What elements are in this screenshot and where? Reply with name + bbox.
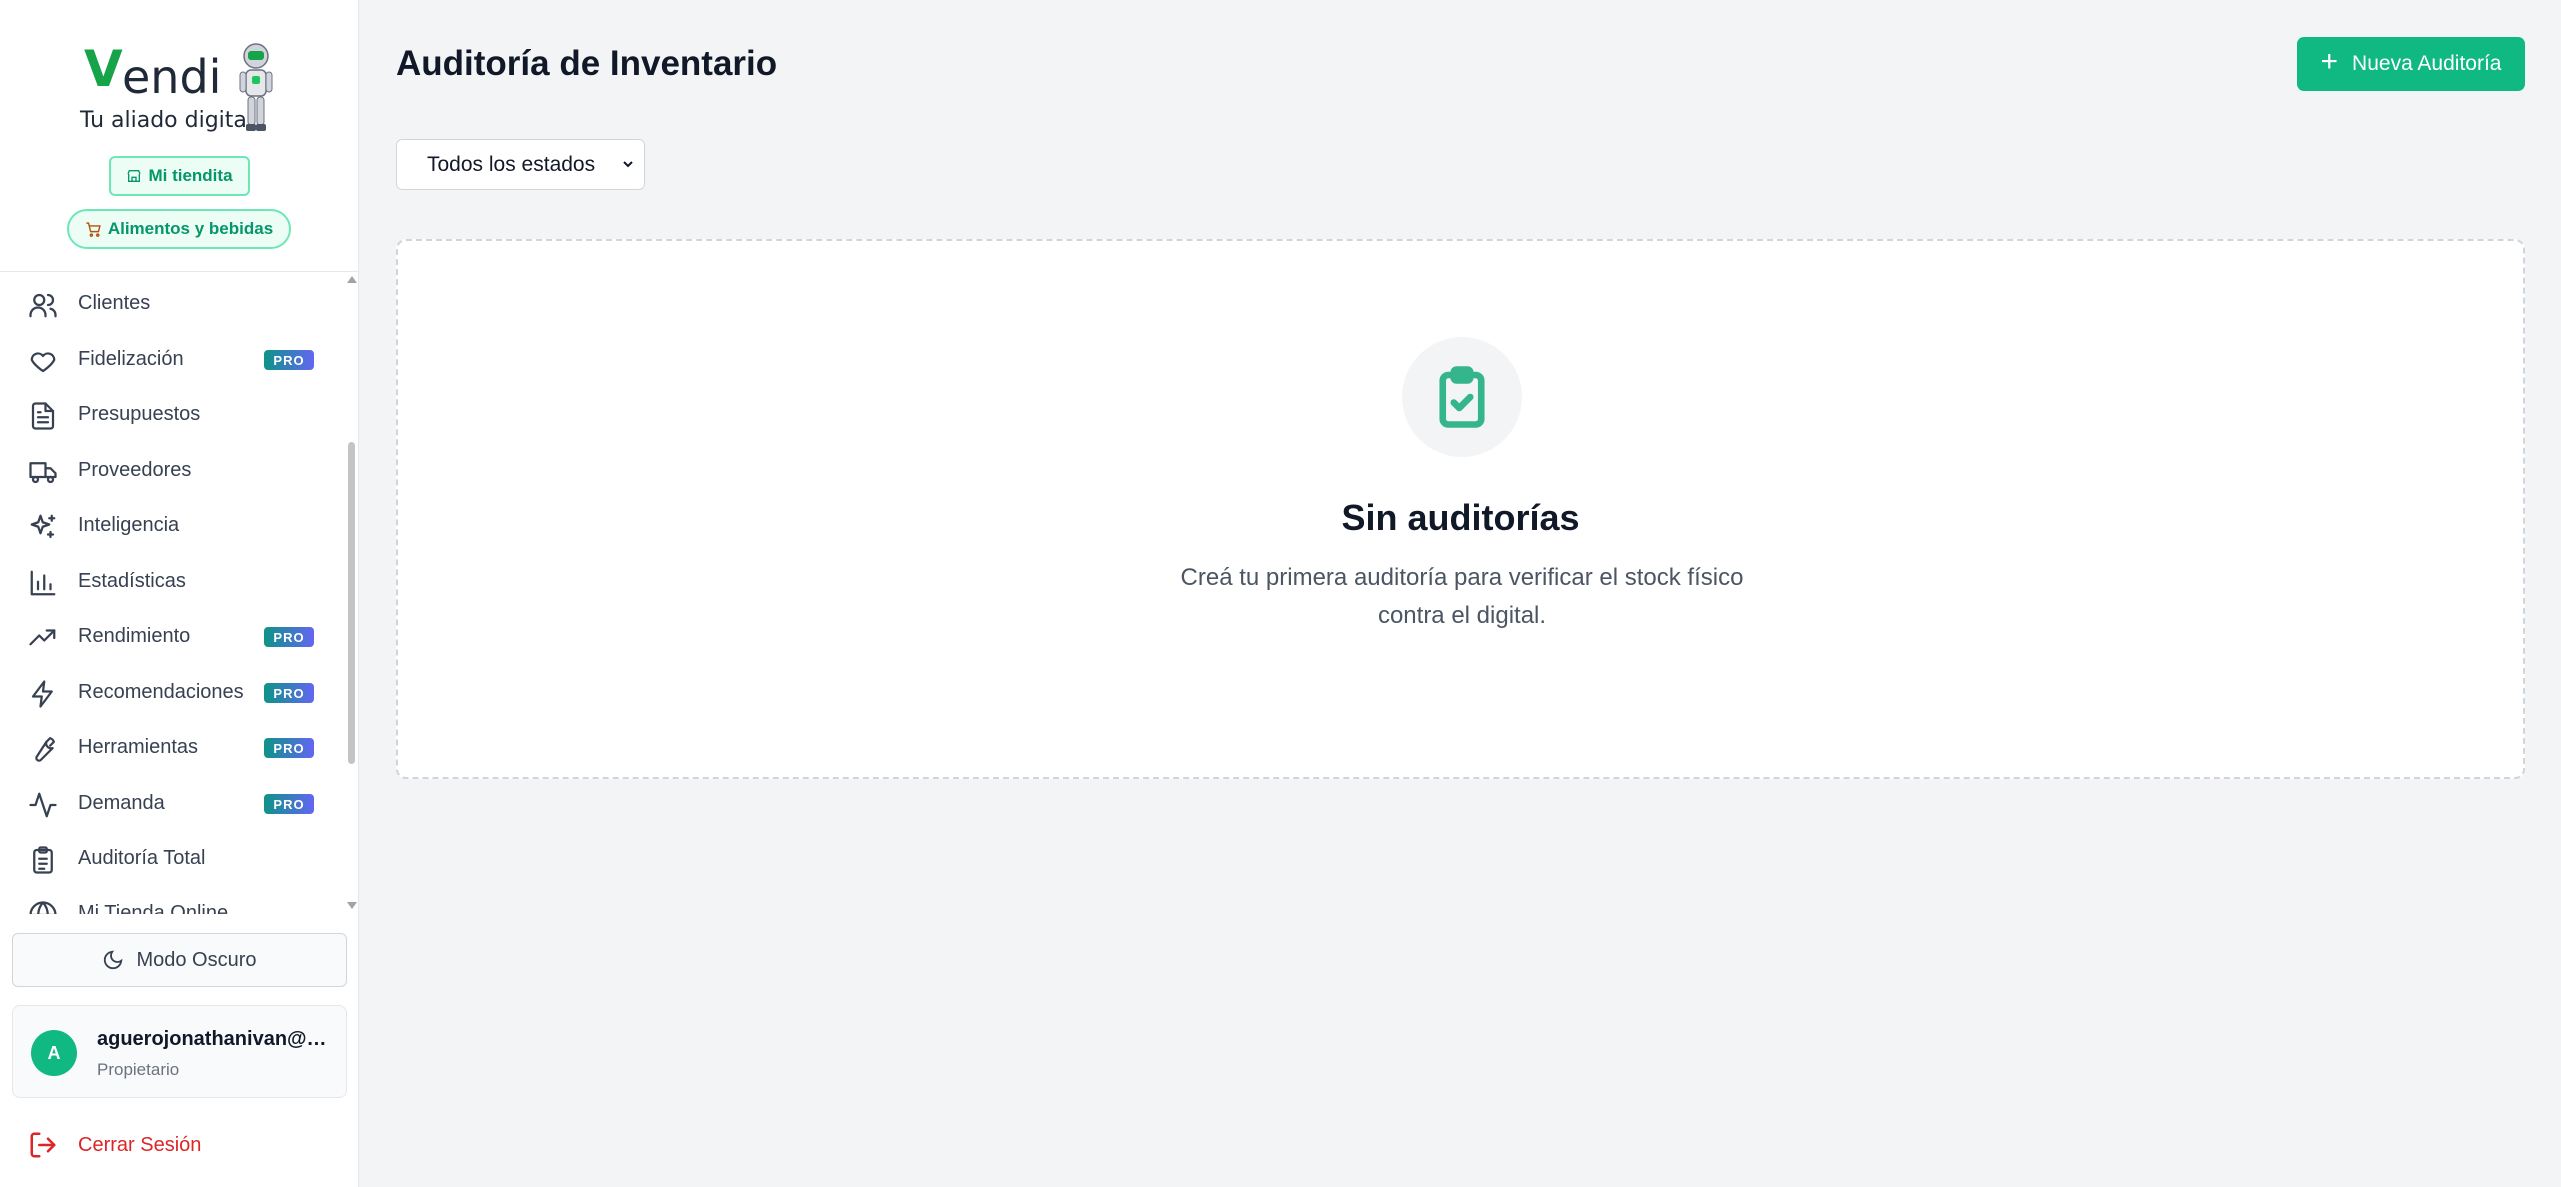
file-text-icon [28,401,58,431]
bar-chart-icon [28,568,58,598]
sidebar-scroll-thumb[interactable] [348,442,355,764]
logo-v-mark: V [84,40,123,98]
status-filter-select[interactable]: Todos los estados [396,139,645,190]
sidebar-item-presupuestos[interactable]: Presupuestos [0,387,340,443]
empty-state-icon-circle [1402,337,1522,457]
wrench-icon [28,734,58,764]
main-content: Auditoría de Inventario + Nueva Auditorí… [360,0,2561,1187]
sidebar-item-herramientas[interactable]: Herramientas PRO [0,720,340,776]
category-chip[interactable]: Alimentos y bebidas [67,209,291,249]
status-filter-value: Todos los estados [427,152,596,176]
logo-tagline: Tu aliado digital [80,108,254,133]
chevron-down-icon [623,161,633,168]
moon-icon [104,950,123,970]
activity-icon [28,790,58,820]
trending-up-icon [28,623,58,653]
empty-state: Sin auditorías Creá tu primera auditoría… [396,239,2525,779]
truck-icon [28,457,58,487]
avatar: A [31,1030,77,1076]
sidebar-item-label: Auditoría Total [78,847,206,869]
zap-icon [28,679,58,709]
sidebar-item-label: Estadísticas [78,570,186,592]
dark-mode-button[interactable]: Modo Oscuro [12,933,347,987]
sidebar: V endi Tu aliado digital Mi tiendita Ali… [0,0,359,1187]
scroll-down-arrow-icon[interactable] [347,902,357,909]
sidebar-item-recomendaciones[interactable]: Recomendaciones PRO [0,665,340,721]
sidebar-item-proveedores[interactable]: Proveedores [0,443,340,499]
sidebar-item-label: Fidelización [78,348,184,370]
sidebar-item-label: Mi Tienda Online [78,902,229,914]
plus-icon: + [2320,45,2339,78]
pro-badge: PRO [264,738,314,758]
page-title: Auditoría de Inventario [396,44,778,83]
dark-mode-label: Modo Oscuro [136,948,257,971]
pro-badge: PRO [264,794,314,814]
sidebar-item-label: Herramientas [78,736,199,758]
user-role: Propietario [97,1060,180,1079]
sidebar-nav: Clientes Fidelización PRO Presupuestos P… [0,274,359,914]
sidebar-item-label: Demanda [78,792,165,814]
new-audit-button[interactable]: + Nueva Auditoría [2297,37,2525,91]
robot-mascot-icon [239,43,273,131]
sidebar-item-demanda[interactable]: Demanda PRO [0,776,340,832]
sidebar-item-fidelizacion[interactable]: Fidelización PRO [0,332,340,388]
store-icon [127,170,142,182]
user-card[interactable]: A aguerojonathanivan@g... Propietario [12,1005,347,1098]
pro-badge: PRO [264,350,314,370]
heart-icon [28,346,58,376]
sidebar-item-rendimiento[interactable]: Rendimiento PRO [0,609,340,665]
sidebar-item-label: Proveedores [78,459,192,481]
user-email: aguerojonathanivan@g... [97,1028,333,1050]
sidebar-item-clientes[interactable]: Clientes [0,276,340,332]
empty-state-line: contra el digital. [1377,602,1547,629]
sidebar-item-label: Recomendaciones [78,681,244,703]
sidebar-item-label: Inteligencia [78,514,180,536]
sparkles-icon [28,512,58,542]
empty-state-line: Creá tu primera auditoría para verificar… [1180,564,1744,591]
vendi-logo[interactable]: V endi Tu aliado digital [78,36,278,140]
pro-badge: PRO [264,683,314,703]
sidebar-item-label: Clientes [78,292,151,314]
cart-icon [86,221,101,237]
sidebar-item-estadisticas[interactable]: Estadísticas [0,554,340,610]
sidebar-item-mi-tienda-online[interactable]: Mi Tienda Online [0,886,340,914]
clipboard-list-icon [28,845,58,875]
logout-button[interactable]: Cerrar Sesión [0,1120,340,1170]
scroll-up-arrow-icon[interactable] [347,276,357,283]
pro-badge: PRO [264,627,314,647]
logout-icon [30,1132,56,1158]
clipboard-check-icon [1439,366,1485,428]
new-audit-label: Nueva Auditoría [2352,52,2502,75]
store-chip[interactable]: Mi tiendita [109,156,250,196]
sidebar-brand: V endi Tu aliado digital Mi tiendita Ali… [0,0,359,272]
empty-state-title: Sin auditorías [1341,497,1580,538]
globe-icon [28,900,58,914]
users-icon [28,290,58,320]
sidebar-item-label: Rendimiento [78,625,191,647]
empty-state-description: Creá tu primera auditoría para verificar… [1112,559,1812,635]
sidebar-item-label: Presupuestos [78,403,201,425]
sidebar-item-auditoria-total[interactable]: Auditoría Total [0,831,340,887]
sidebar-item-inteligencia[interactable]: Inteligencia [0,498,340,554]
store-chip-label: Mi tiendita [148,166,233,185]
logo-wordmark: endi [122,50,222,104]
logout-label: Cerrar Sesión [78,1134,202,1156]
category-chip-label: Alimentos y bebidas [107,219,274,238]
